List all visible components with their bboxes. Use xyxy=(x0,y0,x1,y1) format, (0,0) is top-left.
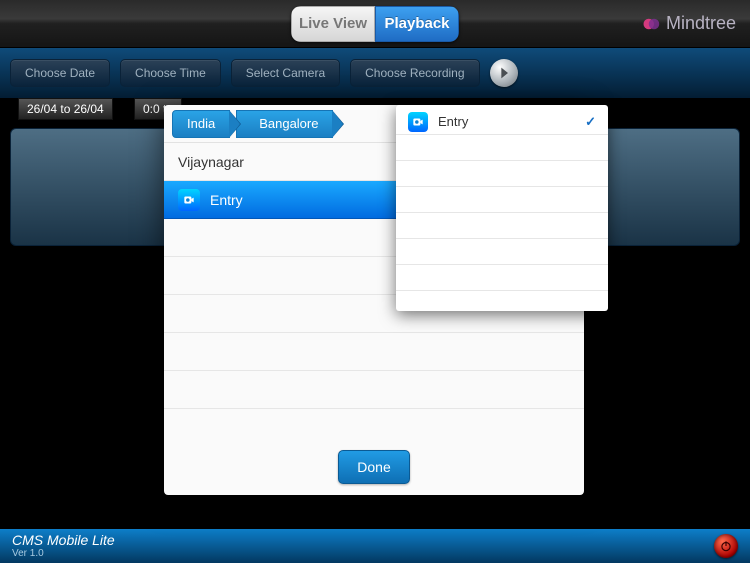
wizard-steps: Choose Date Choose Time Select Camera Ch… xyxy=(0,48,750,98)
selected-cameras-panel: Entry ✓ xyxy=(396,105,608,311)
check-icon: ✓ xyxy=(585,114,596,130)
forward-button[interactable] xyxy=(490,59,518,87)
step-select-camera[interactable]: Select Camera xyxy=(231,59,340,87)
list-item xyxy=(396,187,608,213)
step-choose-time[interactable]: Choose Time xyxy=(120,59,221,87)
list-item xyxy=(396,239,608,265)
list-item xyxy=(164,371,584,409)
view-mode-segment: Live View Playback xyxy=(291,6,459,42)
step-choose-recording[interactable]: Choose Recording xyxy=(350,59,479,87)
selected-camera-row[interactable]: Entry ✓ xyxy=(396,109,608,135)
list-item xyxy=(396,161,608,187)
camera-icon xyxy=(408,112,428,132)
footer-info: CMS Mobile Lite Ver 1.0 xyxy=(12,533,115,559)
power-button[interactable] xyxy=(714,534,738,558)
list-item xyxy=(396,265,608,291)
app-name: CMS Mobile Lite xyxy=(12,533,115,548)
list-item xyxy=(396,135,608,161)
power-icon xyxy=(719,539,733,553)
brand: Mindtree xyxy=(642,0,736,47)
brand-logo-icon xyxy=(642,15,660,33)
footer: CMS Mobile Lite Ver 1.0 xyxy=(0,529,750,563)
done-button[interactable]: Done xyxy=(338,450,409,484)
camera-icon xyxy=(178,189,200,211)
date-range-value: 26/04 to 26/04 xyxy=(18,98,113,120)
breadcrumb-india[interactable]: India xyxy=(172,110,230,138)
list-item-label: Vijaynagar xyxy=(178,154,244,170)
chevron-right-icon xyxy=(496,65,512,81)
app-version: Ver 1.0 xyxy=(12,548,115,559)
step-choose-date[interactable]: Choose Date xyxy=(10,59,110,87)
selected-camera-label: Entry xyxy=(438,114,468,129)
topbar: Live View Playback Mindtree xyxy=(0,0,750,48)
live-view-tab[interactable]: Live View xyxy=(291,6,375,42)
list-item-label: Entry xyxy=(210,192,243,208)
breadcrumb-bangalore[interactable]: Bangalore xyxy=(236,110,333,138)
playback-tab[interactable]: Playback xyxy=(375,6,459,42)
list-item xyxy=(396,213,608,239)
list-item xyxy=(164,333,584,371)
camera-picker-footer: Done xyxy=(164,439,584,495)
brand-label: Mindtree xyxy=(666,13,736,34)
